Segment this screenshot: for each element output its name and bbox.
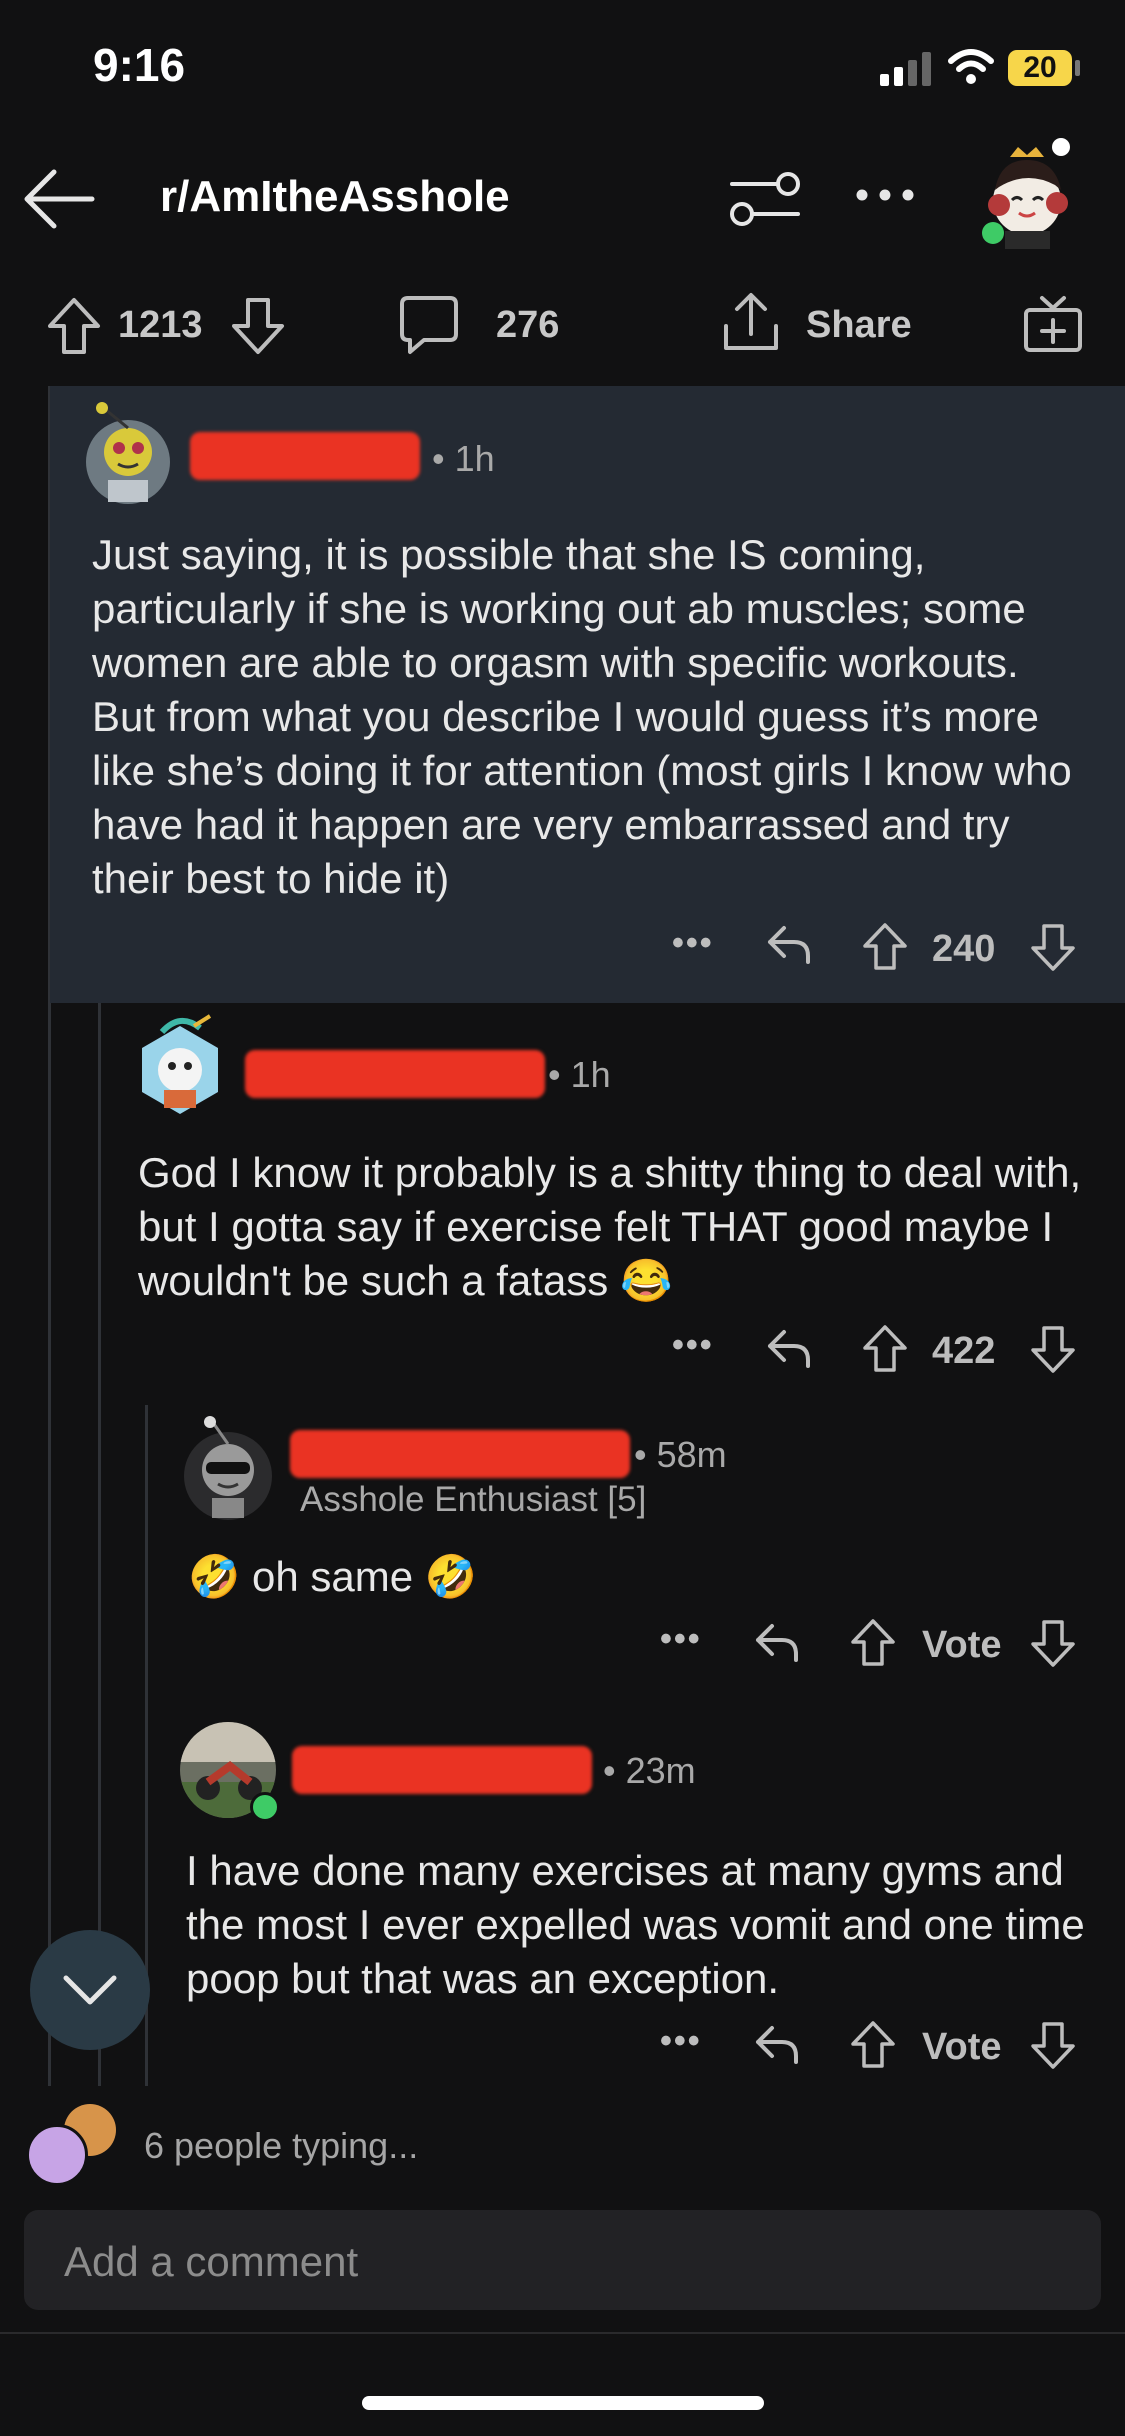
comment-body: 🤣 oh same 🤣 [188, 1553, 478, 1600]
comment-body: I have done many exercises at many gyms … [186, 1847, 1085, 2002]
home-indicator[interactable] [362, 2396, 764, 2410]
downvote-icon[interactable] [1030, 922, 1076, 972]
wifi-icon [948, 49, 994, 84]
post-downvote-icon[interactable] [230, 296, 286, 356]
user-flair: Asshole Enthusiast [5] [300, 1480, 647, 1519]
comment-score: 240 [932, 928, 996, 970]
username-redacted[interactable] [290, 1430, 630, 1478]
commenter-avatar[interactable] [134, 1012, 226, 1122]
comment-more-icon[interactable]: ••• [672, 1326, 714, 1365]
status-time: 9:16 [93, 39, 186, 91]
online-status-dot [982, 222, 1004, 244]
reply-icon[interactable] [752, 1620, 802, 1666]
notification-dot [1052, 138, 1070, 156]
comment-more-icon[interactable]: ••• [660, 2022, 702, 2061]
share-icon[interactable] [720, 290, 782, 356]
comment-more-icon[interactable]: ••• [660, 1620, 702, 1659]
thread-line [98, 1003, 101, 2086]
online-status-dot [250, 1792, 280, 1822]
comment-score: 422 [932, 1330, 996, 1372]
cellular-signal-icon [880, 52, 931, 86]
add-comment-placeholder: Add a comment [64, 2238, 359, 2285]
comment-timestamp: • 23m [603, 1750, 696, 1791]
username-redacted[interactable] [245, 1050, 545, 1098]
battery-nub [1075, 60, 1080, 76]
upvote-icon[interactable] [850, 1618, 896, 1668]
comment-count[interactable]: 276 [496, 304, 559, 347]
reply-icon[interactable] [752, 2022, 802, 2068]
reply-icon[interactable] [764, 922, 814, 968]
vote-label: Vote [922, 2026, 1002, 2068]
back-arrow-icon[interactable] [22, 168, 96, 230]
reply-icon[interactable] [764, 1326, 814, 1372]
commenter-avatar[interactable] [82, 400, 174, 508]
commenter-avatar[interactable] [180, 1412, 276, 1522]
upvote-icon[interactable] [862, 1324, 908, 1374]
post-vote-count: 1213 [118, 304, 203, 346]
username-redacted[interactable] [292, 1746, 592, 1794]
scroll-down-button[interactable] [30, 1930, 150, 2050]
comment-body: Just saying, it is possible that she IS … [92, 531, 1072, 902]
battery-indicator: 20 [1008, 50, 1072, 86]
username-redacted[interactable] [190, 432, 420, 480]
downvote-icon[interactable] [1030, 1618, 1076, 1668]
award-gift-icon[interactable] [1022, 292, 1084, 354]
typing-indicator: 6 people typing... [144, 2125, 419, 2166]
post-upvote-icon[interactable] [46, 296, 102, 356]
downvote-icon[interactable] [1030, 2020, 1076, 2070]
downvote-icon[interactable] [1030, 1324, 1076, 1374]
upvote-icon[interactable] [850, 2020, 896, 2070]
upvote-icon[interactable] [862, 922, 908, 972]
sort-filter-icon[interactable] [728, 170, 802, 228]
divider [0, 2332, 1125, 2334]
comment-timestamp: • 1h [548, 1054, 611, 1095]
share-button[interactable]: Share [806, 304, 912, 347]
typing-avatar [26, 2124, 88, 2186]
vote-label: Vote [922, 1624, 1002, 1666]
comments-icon[interactable] [398, 294, 460, 356]
comment-more-icon[interactable]: ••• [672, 924, 714, 963]
comment-timestamp: • 1h [432, 438, 495, 479]
subreddit-title[interactable]: r/AmItheAsshole [160, 172, 510, 222]
comment-body: God I know it probably is a shitty thing… [138, 1149, 1082, 1304]
comment-timestamp: • 58m [634, 1434, 727, 1475]
chevron-down-icon [63, 1975, 117, 2005]
add-comment-input[interactable]: Add a comment [24, 2210, 1101, 2310]
more-options-icon[interactable] [855, 188, 915, 202]
